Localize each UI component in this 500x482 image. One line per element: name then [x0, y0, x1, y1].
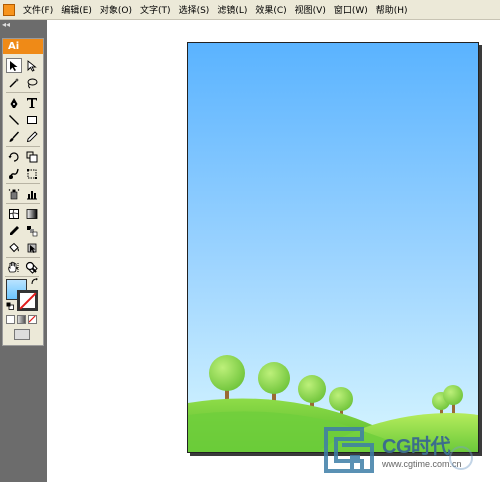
- artboard: [187, 42, 479, 453]
- menu-edit[interactable]: 编辑(E): [57, 3, 96, 16]
- tool-separator: [5, 276, 39, 277]
- live-paint-bucket-icon[interactable]: [6, 240, 22, 255]
- watermark-brand: CG时代: [382, 436, 451, 458]
- menu-type[interactable]: 文字(T): [136, 3, 175, 16]
- stroke-color-swatch[interactable]: [17, 290, 38, 311]
- watermark-clock-icon: [449, 446, 473, 470]
- tool-separator: [6, 203, 40, 204]
- screen-mode-button[interactable]: [14, 329, 30, 340]
- tool-separator: [6, 183, 40, 184]
- cgtime-logo-icon: [324, 427, 374, 473]
- rotate-tool-icon[interactable]: [6, 149, 22, 164]
- blend-tool-icon[interactable]: [24, 223, 40, 238]
- tool-separator: [6, 92, 40, 93]
- paintbrush-tool-icon[interactable]: [6, 129, 22, 144]
- illustrator-logo: Ai: [3, 39, 43, 54]
- line-segment-tool-icon[interactable]: [6, 112, 22, 127]
- app-icon[interactable]: [3, 3, 15, 16]
- menu-object[interactable]: 对象(O): [96, 3, 136, 16]
- rectangle-tool-icon[interactable]: [24, 112, 40, 127]
- color-mode-button[interactable]: [6, 315, 15, 324]
- selection-tool-icon[interactable]: [6, 58, 22, 73]
- mesh-tool-icon[interactable]: [6, 206, 22, 221]
- menu-bar: 文件(F) 编辑(E) 对象(O) 文字(T) 选择(S) 滤镜(L) 效果(C…: [0, 0, 500, 20]
- menu-select[interactable]: 选择(S): [175, 3, 214, 16]
- live-paint-selection-icon[interactable]: [24, 240, 40, 255]
- menu-filter[interactable]: 滤镜(L): [213, 3, 251, 16]
- tree-1: [209, 355, 245, 403]
- eyedropper-tool-icon[interactable]: [6, 223, 22, 238]
- pencil-tool-icon[interactable]: [24, 129, 40, 144]
- menu-file[interactable]: 文件(F): [19, 3, 57, 16]
- scale-tool-icon[interactable]: [24, 149, 40, 164]
- gradient-tool-icon[interactable]: [24, 206, 40, 221]
- hand-tool-icon[interactable]: [5, 259, 21, 274]
- warp-tool-icon[interactable]: [6, 166, 22, 181]
- landscape-illustration: [188, 355, 478, 452]
- collapse-panel-icon[interactable]: ◂◂: [2, 21, 10, 29]
- tree-6: [443, 385, 463, 415]
- tool-separator: [6, 146, 40, 147]
- column-graph-tool-icon[interactable]: [24, 186, 40, 201]
- lasso-tool-icon[interactable]: [24, 75, 40, 90]
- none-slash-icon: [29, 316, 36, 323]
- swap-fill-stroke-icon[interactable]: [31, 278, 39, 286]
- menu-effect[interactable]: 效果(C): [251, 3, 290, 16]
- symbol-sprayer-tool-icon[interactable]: [6, 186, 22, 201]
- menu-window[interactable]: 窗口(W): [330, 3, 372, 16]
- magic-wand-tool-icon[interactable]: [6, 75, 22, 90]
- tool-separator: [6, 257, 40, 258]
- zoom-tool-icon[interactable]: [23, 259, 39, 274]
- default-fill-stroke-icon[interactable]: [6, 302, 14, 310]
- free-transform-tool-icon[interactable]: [24, 166, 40, 181]
- menu-help[interactable]: 帮助(H): [372, 3, 412, 16]
- type-tool-icon[interactable]: [24, 95, 40, 110]
- direct-selection-tool-icon[interactable]: [24, 58, 40, 73]
- menu-view[interactable]: 视图(V): [291, 3, 330, 16]
- gradient-mode-button[interactable]: [17, 315, 26, 324]
- pen-tool-icon[interactable]: [6, 95, 22, 110]
- none-mode-button[interactable]: [28, 315, 37, 324]
